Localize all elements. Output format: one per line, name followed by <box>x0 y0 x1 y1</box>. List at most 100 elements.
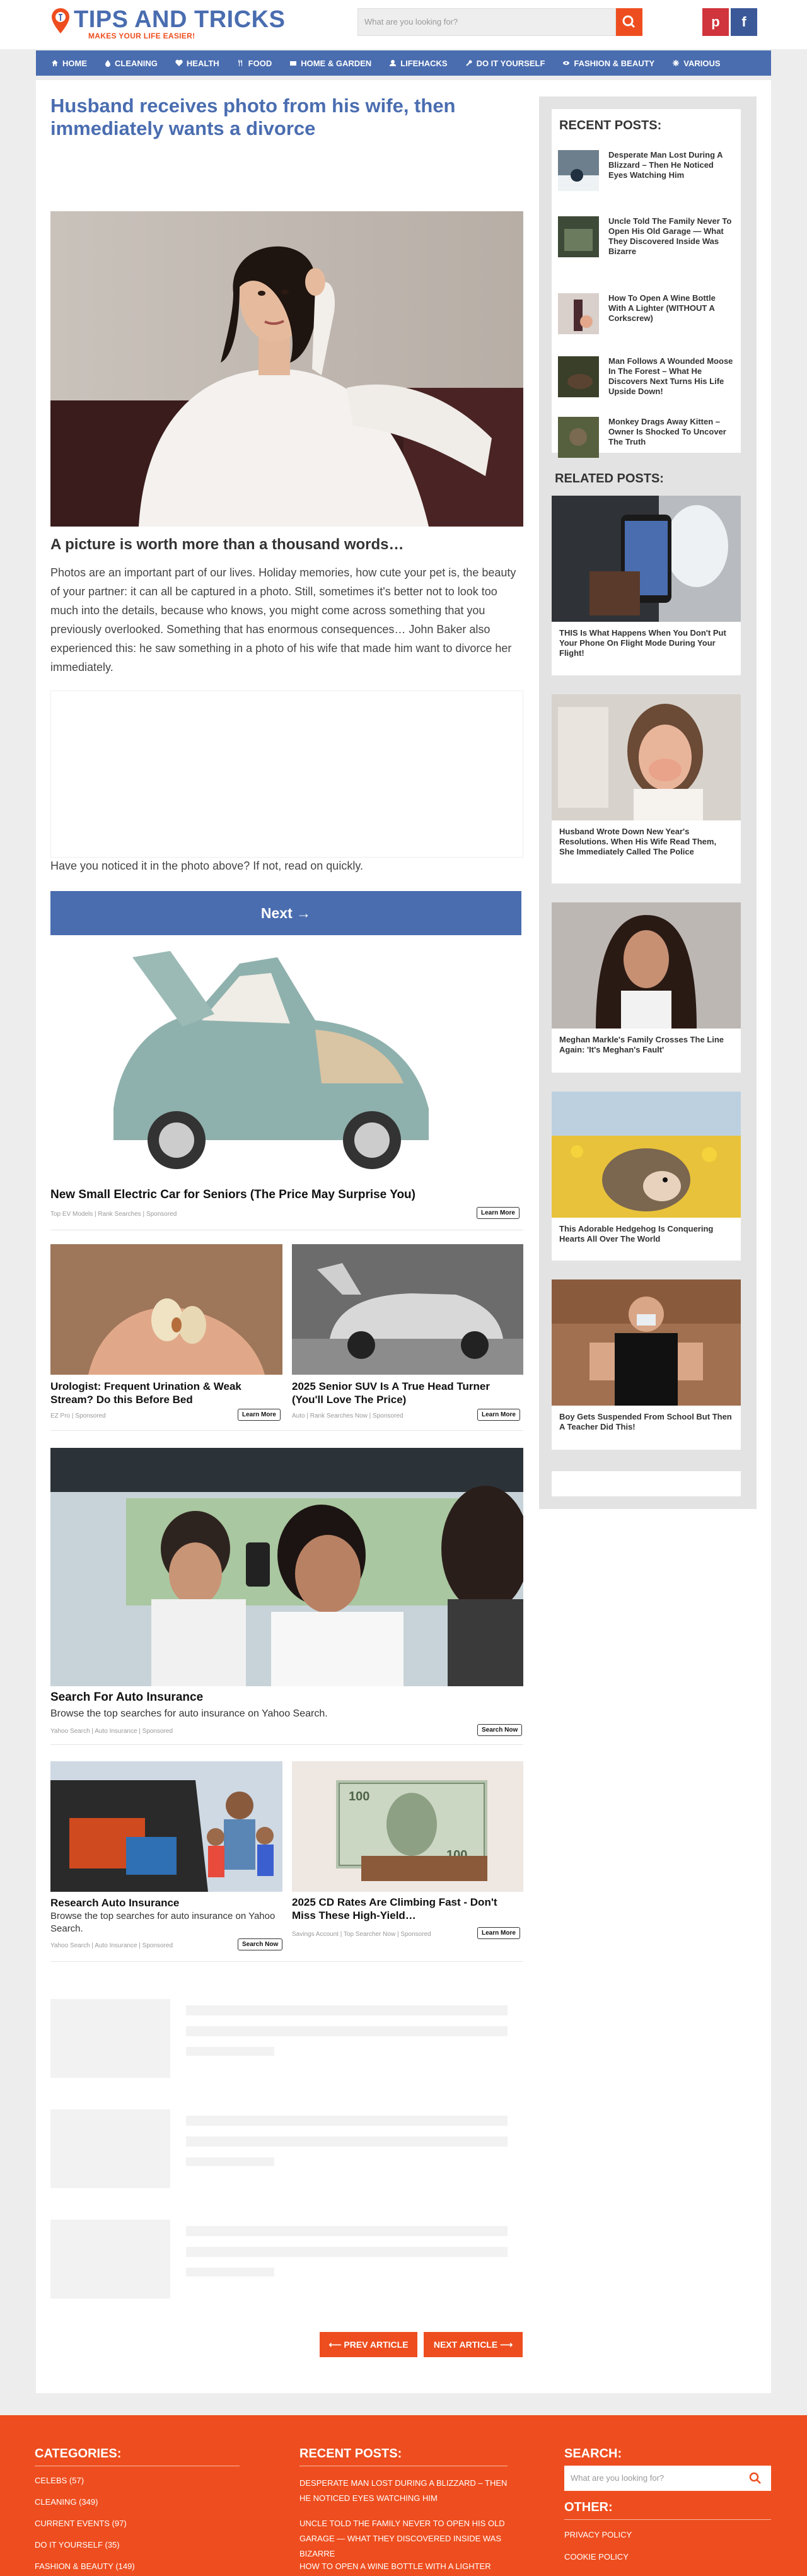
related-post-title: Boy Gets Suspended From School But Then … <box>559 1412 732 1431</box>
divider <box>50 1744 523 1745</box>
ad-cd-image[interactable]: 100 100 <box>292 1761 523 1892</box>
recent-post-thumb <box>558 216 599 257</box>
related-post-title: THIS Is What Happens When You Don't Put … <box>559 628 726 658</box>
related-post-card[interactable]: THIS Is What Happens When You Don't Put … <box>552 496 741 675</box>
ad-ins-desc: Browse the top searches for auto insuran… <box>50 1708 328 1719</box>
utensils-icon <box>238 60 242 66</box>
related-post-title: This Adorable Hedgehog Is Conquering Hea… <box>559 1224 714 1244</box>
article-intro: Photos are an important part of our live… <box>50 566 516 673</box>
ad-car-learn-more[interactable]: Learn More <box>477 1207 520 1219</box>
nav-home-garden[interactable]: HOME & GARDEN <box>281 50 380 76</box>
ad-car-title[interactable]: New Small Electric Car for Seniors (The … <box>50 1187 479 1203</box>
recent-post-title: Uncle Told The Family Never To Open His … <box>608 216 732 256</box>
skeleton-line <box>186 2026 508 2036</box>
recent-post-thumb <box>558 417 599 458</box>
skeleton-line <box>186 2268 274 2276</box>
search-button[interactable] <box>616 8 642 36</box>
ad-suv-image[interactable] <box>292 1244 523 1375</box>
asterisk-icon <box>673 60 680 66</box>
related-post-title: Meghan Markle's Family Crosses The Line … <box>559 1035 724 1054</box>
footer-privacy-link[interactable]: PRIVACY POLICY <box>564 2530 632 2539</box>
nav-lifehacks[interactable]: LIFEHACKS <box>380 50 456 76</box>
nav-fashion[interactable]: FASHION & BEAUTY <box>554 50 663 76</box>
facebook-button[interactable]: f <box>731 8 757 36</box>
skeleton-thumb <box>50 1999 170 2078</box>
footer-recent-heading: RECENT POSTS: <box>299 2447 402 2461</box>
ad-cd-title[interactable]: 2025 CD Rates Are Climbing Fast - Don't … <box>292 1896 523 1922</box>
recent-post-item[interactable]: How To Open A Wine Bottle With A Lighter… <box>558 293 738 344</box>
ad-ins2-search-now[interactable]: Search Now <box>238 1938 283 1950</box>
ad-ins-title[interactable]: Search For Auto Insurance <box>50 1690 203 1705</box>
recent-post-item[interactable]: Man Follows A Wounded Moose In The Fores… <box>558 356 738 407</box>
nav-home[interactable]: HOME <box>42 50 96 76</box>
ad-ins2-desc: Browse the top searches for auto insuran… <box>50 1911 276 1934</box>
footer-recent-link[interactable]: UNCLE TOLD THE FAMILY NEVER TO OPEN HIS … <box>299 2516 508 2561</box>
search-icon[interactable] <box>749 2472 762 2485</box>
recent-post-thumb <box>558 293 599 334</box>
divider <box>564 2519 771 2520</box>
related-post-card[interactable]: Boy Gets Suspended From School But Then … <box>552 1279 741 1450</box>
pinterest-icon: p <box>711 14 720 30</box>
search-input[interactable]: What are you looking for? <box>357 8 616 36</box>
nav-diy[interactable]: DO IT YOURSELF <box>456 50 554 76</box>
ad-uro-learn-more[interactable]: Learn More <box>238 1409 281 1421</box>
site-header: TIPS AND TRICKS MAKES YOUR LIFE EASIER! … <box>0 0 807 49</box>
next-article-button[interactable]: NEXT ARTICLE ⟶ <box>424 2332 523 2357</box>
footer-category-link[interactable]: CELEBS (57) <box>35 2476 84 2485</box>
next-button[interactable]: Next → <box>50 891 521 935</box>
ad-car-image[interactable] <box>50 945 523 1181</box>
related-post-image <box>552 496 741 622</box>
nav-food[interactable]: FOOD <box>228 50 281 76</box>
recent-post-title: Monkey Drags Away Kitten – Owner Is Shoc… <box>608 417 726 446</box>
recent-post-item[interactable]: Uncle Told The Family Never To Open His … <box>558 216 738 267</box>
heart-icon <box>175 59 183 66</box>
article-question: Have you noticed it in the photo above? … <box>50 860 363 872</box>
nav-cleaning[interactable]: CLEANING <box>96 50 166 76</box>
ad-ins2-image[interactable] <box>50 1761 282 1892</box>
eye-icon <box>563 61 570 65</box>
ad-suv-source: Auto | Rank Searches Now | Sponsored <box>292 1413 404 1419</box>
map-pin-icon <box>52 8 69 33</box>
ad-ins-image[interactable] <box>50 1448 523 1686</box>
related-posts-heading: RELATED POSTS: <box>555 472 664 486</box>
site-logo[interactable]: TIPS AND TRICKS <box>74 6 285 33</box>
site-footer: CATEGORIES: CELEBS (57) CLEANING (349) C… <box>0 2415 807 2576</box>
recent-post-thumb <box>558 150 599 191</box>
recent-post-item[interactable]: Monkey Drags Away Kitten – Owner Is Shoc… <box>558 417 738 467</box>
related-post-card[interactable]: Husband Wrote Down New Year's Resolution… <box>552 694 741 883</box>
prev-article-button[interactable]: ⟵ PREV ARTICLE <box>320 2332 417 2357</box>
footer-category-link[interactable]: DO IT YOURSELF (35) <box>35 2540 120 2550</box>
ad-suv-title[interactable]: 2025 Senior SUV Is A True Head Turner (Y… <box>292 1380 523 1406</box>
sidebar-empty-widget <box>552 1471 741 1496</box>
related-post-image <box>552 694 741 820</box>
footer-category-link[interactable]: CLEANING (349) <box>35 2497 98 2507</box>
skeleton-line <box>186 2005 508 2015</box>
ad-suv-learn-more[interactable]: Learn More <box>477 1409 520 1421</box>
footer-recent-link[interactable]: HOW TO OPEN A WINE BOTTLE WITH A LIGHTER <box>299 2559 508 2574</box>
divider <box>50 1430 523 1431</box>
ad-cd-learn-more[interactable]: Learn More <box>477 1927 520 1939</box>
footer-search-heading: SEARCH: <box>564 2447 622 2461</box>
footer-recent-link[interactable]: DESPERATE MAN LOST DURING A BLIZZARD – T… <box>299 2476 508 2506</box>
ad-ins-search-now[interactable]: Search Now <box>477 1724 523 1736</box>
recent-post-item[interactable]: Desperate Man Lost During A Blizzard – T… <box>558 150 738 201</box>
skeleton-thumb <box>50 2220 170 2299</box>
skeleton-line <box>186 2116 508 2126</box>
related-post-card[interactable]: Meghan Markle's Family Crosses The Line … <box>552 902 741 1073</box>
svg-text:100: 100 <box>349 1790 369 1804</box>
garden-icon <box>290 61 297 66</box>
nav-various[interactable]: VARIOUS <box>663 50 729 76</box>
footer-search-input[interactable]: What are you looking for? <box>564 2466 771 2491</box>
footer-category-link[interactable]: FASHION & BEAUTY (149) <box>35 2561 135 2571</box>
footer-cookie-link[interactable]: COOKIE POLICY <box>564 2552 629 2561</box>
skeleton-line <box>186 2047 274 2056</box>
ad-uro-source: EZ Pro | Sponsored <box>50 1413 106 1419</box>
nav-health[interactable]: HEALTH <box>166 50 228 76</box>
ad-uro-image[interactable] <box>50 1244 282 1375</box>
related-post-card[interactable]: This Adorable Hedgehog Is Conquering Hea… <box>552 1092 741 1261</box>
footer-category-link[interactable]: CURRENT EVENTS (97) <box>35 2519 127 2528</box>
ad-ins2-title[interactable]: Research Auto Insurance <box>50 1896 179 1911</box>
ad-uro-title[interactable]: Urologist: Frequent Urination & Weak Str… <box>50 1380 282 1406</box>
pinterest-button[interactable]: p <box>702 8 729 36</box>
droplet-icon <box>105 60 110 67</box>
